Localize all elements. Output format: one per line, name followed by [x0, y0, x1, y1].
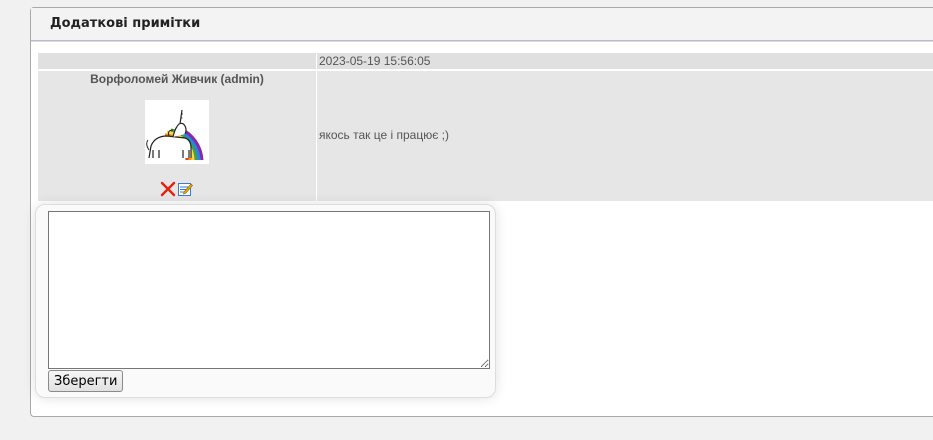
- date-row: 2023-05-19 15:56:05: [317, 53, 933, 69]
- avatar: [145, 100, 209, 164]
- panel-header: Додаткові примітки: [31, 8, 933, 41]
- edit-icon[interactable]: [177, 181, 193, 197]
- panel-title: Додаткові примітки: [50, 16, 201, 31]
- unicorn-rainbow-avatar-icon: [146, 109, 204, 161]
- note-date: 2023-05-19 15:56:05: [319, 54, 431, 68]
- delete-icon[interactable]: [160, 181, 176, 197]
- message-cell: якось так це і працює ;): [317, 71, 933, 201]
- note-message: якось так це і працює ;): [319, 128, 450, 142]
- save-button[interactable]: Зберегти: [48, 370, 124, 392]
- note-editor-popup: Зберегти: [35, 204, 496, 398]
- author-cell: Ворфоломей Живчик (admin): [38, 71, 316, 201]
- date-row-spacer: [38, 53, 316, 69]
- note-textarea[interactable]: [48, 211, 490, 369]
- author-name: Ворфоломей Живчик (admin): [90, 72, 264, 86]
